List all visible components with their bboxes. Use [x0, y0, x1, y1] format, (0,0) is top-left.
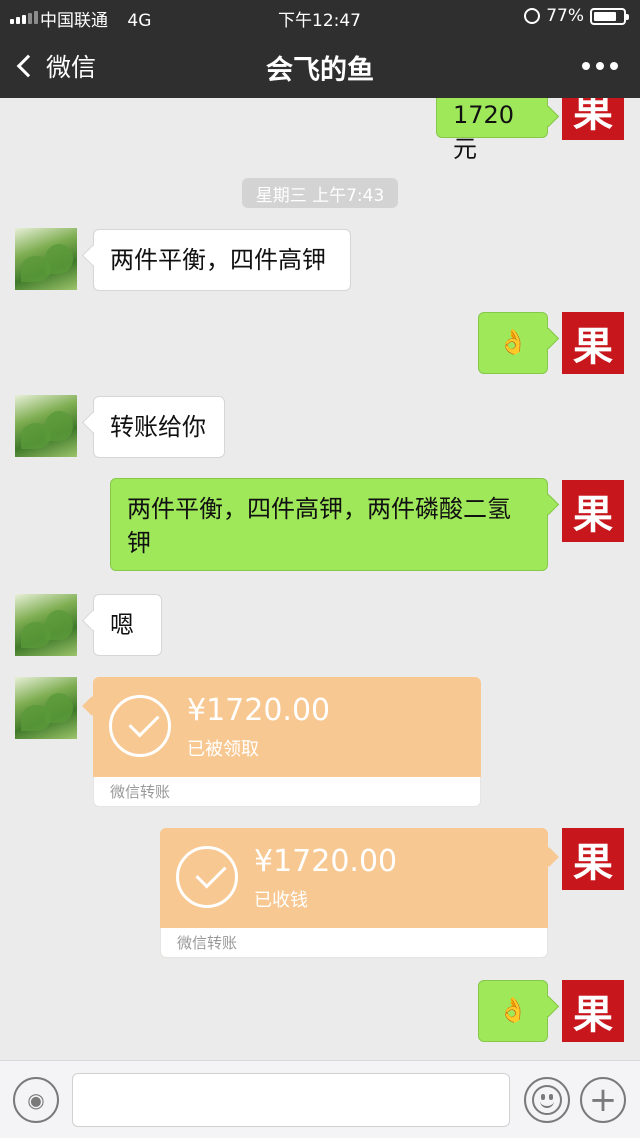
contact-avatar[interactable] [15, 594, 77, 656]
carrier-name: 中国联通 [40, 11, 108, 31]
status-time: 下午12:47 [278, 11, 361, 31]
transfer-card-sent[interactable]: ¥1720.00 已收钱 微信转账 [160, 828, 548, 958]
check-circle-icon [176, 846, 238, 908]
message-input[interactable] [72, 1073, 510, 1127]
transfer-amount: ¥1720.00 [254, 844, 398, 879]
transfer-card-received[interactable]: ¥1720.00 已被领取 微信转账 [93, 677, 481, 807]
ok-hand-emoji: 👌 [498, 996, 528, 1024]
my-avatar[interactable]: 果 [562, 480, 624, 542]
contact-avatar[interactable] [15, 228, 77, 290]
message-text: 嗯 [110, 611, 134, 639]
contact-avatar[interactable] [15, 395, 77, 457]
message-bubble-sent[interactable]: 👌 [478, 980, 548, 1042]
ok-hand-emoji: 👌 [498, 328, 528, 356]
my-avatar[interactable]: 果 [562, 980, 624, 1042]
message-text: 转账给你 [110, 413, 206, 441]
battery-icon [590, 7, 629, 25]
transfer-footer: 微信转账 [160, 928, 548, 958]
more-dots-icon[interactable] [582, 62, 618, 70]
message-text-line: 钾 [127, 529, 151, 557]
battery-level [594, 11, 616, 21]
signal-icon [10, 11, 38, 24]
contact-avatar[interactable] [15, 677, 77, 739]
message-bubble-received[interactable]: 转账给你 [93, 396, 225, 458]
timestamp-pill: 星期三 上午7:43 [242, 178, 398, 208]
chat-screen: 中国联通 4G 下午12:47 77% 微信 会飞的鱼 1720元 果 星期三 … [0, 0, 640, 1138]
transfer-status: 已收钱 [254, 890, 308, 911]
input-bar: ◉ + [0, 1060, 640, 1138]
message-list[interactable]: 1720元 果 星期三 上午7:43 两件平衡，四件高钾 👌 果 转账给你 两件… [0, 98, 640, 1060]
voice-icon[interactable]: ◉ [13, 1077, 59, 1123]
my-avatar[interactable]: 果 [562, 828, 624, 890]
top-bar: 中国联通 4G 下午12:47 77% 微信 会飞的鱼 [0, 0, 640, 98]
message-bubble-received[interactable]: 两件平衡，四件高钾 [93, 229, 351, 291]
message-bubble-sent[interactable]: 两件平衡，四件高钾，两件磷酸二氢 钾 [110, 478, 548, 571]
rotation-lock-icon [524, 8, 541, 24]
plus-icon[interactable]: + [580, 1077, 626, 1123]
message-bubble-sent[interactable]: 1720元 [436, 98, 548, 163]
emoji-icon[interactable] [524, 1077, 570, 1123]
nav-bar: 微信 会飞的鱼 [0, 34, 640, 98]
battery-percent: 77% [546, 6, 584, 26]
transfer-amount: ¥1720.00 [187, 693, 331, 728]
message-bubble-received[interactable]: 嗯 [93, 594, 162, 656]
transfer-status: 已被领取 [187, 739, 259, 760]
check-circle-icon [109, 695, 171, 757]
message-text-line: 两件平衡，四件高钾，两件磷酸二氢 [127, 495, 511, 523]
transfer-footer: 微信转账 [93, 777, 481, 807]
status-bar: 中国联通 4G 下午12:47 77% [0, 0, 640, 34]
message-bubble-sent[interactable]: 👌 [478, 312, 548, 374]
my-avatar[interactable]: 果 [562, 98, 624, 140]
my-avatar[interactable]: 果 [562, 312, 624, 374]
network-type: 4G [127, 11, 152, 31]
chat-title: 会飞的鱼 [266, 55, 374, 86]
message-text: 两件平衡，四件高钾 [110, 246, 326, 274]
message-text: 1720元 [453, 101, 515, 163]
